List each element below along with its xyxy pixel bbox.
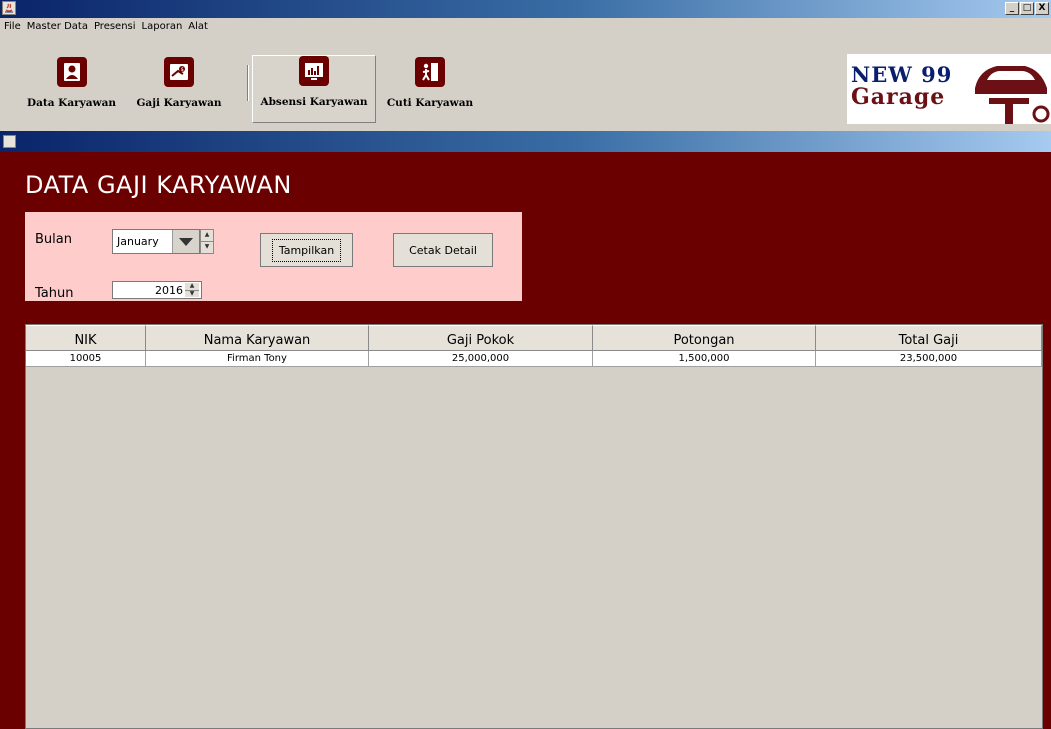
- page-title: DATA GAJI KARYAWAN: [25, 171, 292, 199]
- menu-alat[interactable]: Alat: [188, 21, 208, 32]
- toolbar-label: Data Karyawan: [26, 97, 117, 109]
- table-row[interactable]: 10005 Firman Tony 25,000,000 1,500,000 2…: [26, 351, 1042, 367]
- print-detail-button-label: Cetak Detail: [409, 243, 477, 257]
- menu-laporan[interactable]: Laporan: [142, 21, 183, 32]
- column-header-potongan[interactable]: Potongan: [593, 325, 816, 351]
- toolbar-data-karyawan-button[interactable]: Data Karyawan: [20, 55, 123, 123]
- svg-text:$: $: [181, 67, 184, 73]
- year-spinner[interactable]: ▲ ▼: [185, 283, 199, 297]
- java-app-icon: [2, 1, 16, 15]
- logo-line-2: Garage: [851, 84, 946, 110]
- attendance-chart-icon: [299, 56, 329, 86]
- car-lift-icon: [975, 66, 1050, 124]
- java-frame-icon: [3, 135, 16, 148]
- toolbar-gaji-karyawan-button[interactable]: $ Gaji Karyawan: [128, 55, 230, 123]
- menu-master-data[interactable]: Master Data: [27, 21, 88, 32]
- year-label: Tahun: [35, 286, 74, 301]
- year-spinner-field[interactable]: 2016 ▲ ▼: [112, 281, 202, 299]
- toolbar-cuti-karyawan-button[interactable]: Cuti Karyawan: [382, 55, 478, 123]
- column-header-nik[interactable]: NIK: [26, 325, 146, 351]
- column-header-gaji-pokok[interactable]: Gaji Pokok: [369, 325, 593, 351]
- toolbar-label: Cuti Karyawan: [386, 97, 474, 109]
- month-label: Bulan: [35, 232, 72, 247]
- column-header-nama[interactable]: Nama Karyawan: [146, 325, 369, 351]
- menu-presensi[interactable]: Presensi: [94, 21, 136, 32]
- salary-icon: $: [164, 57, 194, 87]
- column-header-total-gaji[interactable]: Total Gaji: [816, 325, 1042, 351]
- toolbar-absensi-karyawan-button[interactable]: Absensi Karyawan: [252, 55, 376, 123]
- menu-file[interactable]: File: [4, 21, 21, 32]
- filter-panel: Bulan January ▲ ▼ Tahun 2016 ▲ ▼ Tampilk…: [25, 212, 522, 301]
- toolbar-separator: [247, 65, 249, 101]
- show-button[interactable]: Tampilkan: [260, 233, 353, 267]
- company-logo: NEW 99 Garage: [847, 54, 1051, 124]
- employee-id-icon: [56, 57, 87, 87]
- salary-panel: DATA GAJI KARYAWAN Bulan January ▲ ▼ Tah…: [0, 152, 1051, 729]
- cell-nama[interactable]: Firman Tony: [146, 351, 369, 367]
- minimize-button[interactable]: _: [1005, 2, 1019, 15]
- internal-frame-title-bar: [0, 131, 1051, 152]
- month-value: January: [117, 235, 159, 248]
- leave-door-icon: [415, 57, 445, 87]
- month-spinner[interactable]: ▲ ▼: [200, 229, 214, 254]
- cell-nik[interactable]: 10005: [26, 351, 146, 367]
- table-header: NIK Nama Karyawan Gaji Pokok Potongan To…: [26, 325, 1042, 351]
- table-body: 10005 Firman Tony 25,000,000 1,500,000 2…: [26, 351, 1042, 367]
- close-button[interactable]: X: [1035, 2, 1049, 15]
- print-detail-button[interactable]: Cetak Detail: [393, 233, 493, 267]
- spinner-down-icon[interactable]: ▼: [201, 241, 213, 253]
- year-value: 2016: [155, 284, 183, 297]
- window-title-bar: _ □ X: [0, 0, 1051, 18]
- spinner-up-icon[interactable]: ▲: [201, 230, 213, 241]
- chevron-down-icon[interactable]: [172, 230, 199, 253]
- spinner-down-icon[interactable]: ▼: [185, 289, 199, 298]
- show-button-label: Tampilkan: [271, 238, 342, 262]
- menu-bar: File Master Data Presensi Laporan Alat: [0, 18, 1051, 35]
- month-combobox[interactable]: January: [112, 229, 200, 254]
- cell-potongan[interactable]: 1,500,000: [593, 351, 816, 367]
- maximize-button[interactable]: □: [1020, 2, 1034, 15]
- salary-table: NIK Nama Karyawan Gaji Pokok Potongan To…: [25, 324, 1043, 729]
- cell-total-gaji[interactable]: 23,500,000: [816, 351, 1042, 367]
- cell-gaji-pokok[interactable]: 25,000,000: [369, 351, 593, 367]
- toolbar-label: Absensi Karyawan: [260, 96, 368, 108]
- toolbar-label: Gaji Karyawan: [136, 97, 222, 109]
